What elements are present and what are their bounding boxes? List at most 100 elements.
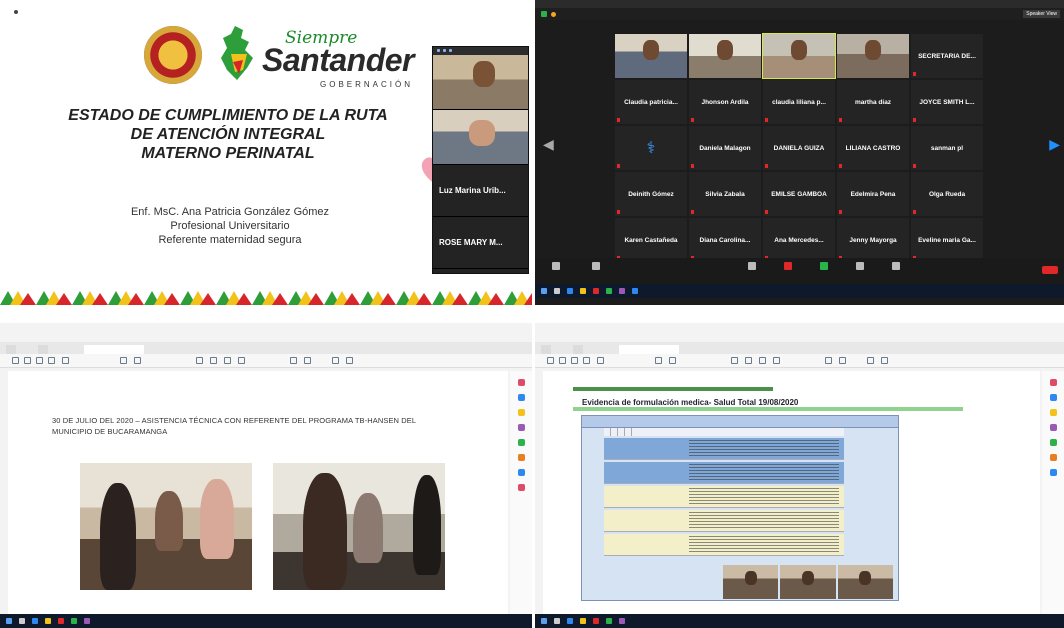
tool-icon[interactable] bbox=[517, 484, 525, 491]
taskbar-app-icon[interactable] bbox=[71, 618, 77, 624]
zoom-out-icon[interactable] bbox=[759, 357, 766, 364]
tool-icon[interactable] bbox=[1049, 469, 1057, 476]
mail-icon[interactable] bbox=[583, 357, 590, 364]
shield-icon[interactable] bbox=[541, 11, 547, 17]
search-icon[interactable] bbox=[62, 357, 69, 364]
comment-icon[interactable] bbox=[825, 357, 832, 364]
participant-tile[interactable]: Daniela Malagon bbox=[689, 126, 761, 170]
pen-icon[interactable] bbox=[304, 357, 311, 364]
tool-icon[interactable] bbox=[1049, 439, 1057, 446]
highlight-icon[interactable] bbox=[332, 357, 339, 364]
taskbar-app-icon[interactable] bbox=[619, 618, 625, 624]
participant-tile[interactable]: Edelmira Pena bbox=[837, 172, 909, 216]
taskbar-app-icon[interactable] bbox=[45, 618, 51, 624]
tool-icon[interactable] bbox=[517, 379, 525, 386]
taskbar-app-icon[interactable] bbox=[632, 288, 638, 294]
tool-icon[interactable] bbox=[517, 439, 525, 446]
participant-tile[interactable]: martha diaz bbox=[837, 80, 909, 124]
chevron-right-icon[interactable]: ▶ bbox=[1049, 136, 1060, 153]
participant-tile[interactable]: Deinith Gómez bbox=[615, 172, 687, 216]
tool-icon[interactable] bbox=[1049, 424, 1057, 431]
hand-icon[interactable] bbox=[745, 357, 752, 364]
video-button[interactable] bbox=[579, 262, 613, 272]
participants-button[interactable] bbox=[735, 262, 769, 272]
record-button[interactable] bbox=[843, 262, 877, 272]
participant-video[interactable] bbox=[433, 110, 528, 165]
participant-tile[interactable] bbox=[615, 34, 687, 78]
sign-icon[interactable] bbox=[881, 357, 888, 364]
tool-icon[interactable] bbox=[1049, 454, 1057, 461]
reactions-button[interactable] bbox=[879, 262, 913, 272]
tool-icon[interactable] bbox=[1049, 394, 1057, 401]
tool-icon[interactable] bbox=[517, 394, 525, 401]
participant-tile[interactable]: ⚕ bbox=[615, 126, 687, 170]
search-icon[interactable] bbox=[554, 618, 560, 624]
windows-start-icon[interactable] bbox=[6, 618, 12, 624]
taskbar-app-icon[interactable] bbox=[567, 288, 573, 294]
tab-document[interactable] bbox=[619, 345, 679, 354]
taskbar-app-icon[interactable] bbox=[593, 618, 599, 624]
participant-tile[interactable] bbox=[837, 34, 909, 78]
taskbar-app-icon[interactable] bbox=[32, 618, 38, 624]
tab-tools[interactable] bbox=[573, 345, 583, 354]
participant-tile[interactable]: JOYCE SMITH L... bbox=[911, 80, 983, 124]
participant-tile[interactable]: sanman pl bbox=[911, 126, 983, 170]
search-icon[interactable] bbox=[554, 288, 560, 294]
mail-icon[interactable] bbox=[48, 357, 55, 364]
participant-tile[interactable]: DANIELA GUIZA bbox=[763, 126, 835, 170]
page-up-icon[interactable] bbox=[120, 357, 127, 364]
menu-bar[interactable] bbox=[535, 334, 1064, 342]
hand-icon[interactable] bbox=[210, 357, 217, 364]
comment-icon[interactable] bbox=[290, 357, 297, 364]
page-up-icon[interactable] bbox=[655, 357, 662, 364]
windows-start-icon[interactable] bbox=[541, 618, 547, 624]
pen-icon[interactable] bbox=[839, 357, 846, 364]
page-down-icon[interactable] bbox=[134, 357, 141, 364]
print-icon[interactable] bbox=[571, 357, 578, 364]
tab-home[interactable] bbox=[541, 345, 551, 354]
tool-icon[interactable] bbox=[517, 454, 525, 461]
zoom-out-icon[interactable] bbox=[224, 357, 231, 364]
search-icon[interactable] bbox=[597, 357, 604, 364]
participant-tile[interactable]: SECRETARIA DE... bbox=[911, 34, 983, 78]
tab-home[interactable] bbox=[6, 345, 16, 354]
taskbar-app-icon[interactable] bbox=[58, 618, 64, 624]
sign-icon[interactable] bbox=[346, 357, 353, 364]
select-icon[interactable] bbox=[196, 357, 203, 364]
participant-video[interactable] bbox=[433, 55, 528, 110]
participant-name-tile[interactable]: ROSE MARY M... bbox=[433, 217, 528, 269]
taskbar-app-icon[interactable] bbox=[580, 288, 586, 294]
bookmark-icon[interactable] bbox=[24, 357, 31, 364]
tool-icon[interactable] bbox=[517, 469, 525, 476]
taskbar-app-icon[interactable] bbox=[606, 618, 612, 624]
participant-tile[interactable]: Claudia patricia... bbox=[615, 80, 687, 124]
participant-tile[interactable]: LILIANA CASTRO bbox=[837, 126, 909, 170]
save-icon[interactable] bbox=[547, 357, 554, 364]
page-down-icon[interactable] bbox=[669, 357, 676, 364]
participant-tile[interactable]: Diana Carolina... bbox=[689, 218, 761, 262]
chevron-left-icon[interactable]: ◀ bbox=[543, 136, 554, 153]
tool-icon[interactable] bbox=[1049, 379, 1057, 386]
participant-tile[interactable] bbox=[762, 33, 836, 79]
zoom-participant-panel[interactable]: Luz Marina Urib... ROSE MARY M... bbox=[432, 46, 529, 274]
zoom-in-icon[interactable] bbox=[238, 357, 245, 364]
menu-bar[interactable] bbox=[0, 334, 532, 342]
participant-tile[interactable]: Jhonson Ardila bbox=[689, 80, 761, 124]
tool-icon[interactable] bbox=[517, 409, 525, 416]
taskbar-app-icon[interactable] bbox=[593, 288, 599, 294]
search-icon[interactable] bbox=[19, 618, 25, 624]
participant-tile[interactable]: EMILSE GAMBOA bbox=[763, 172, 835, 216]
bookmark-icon[interactable] bbox=[559, 357, 566, 364]
tab-tools[interactable] bbox=[38, 345, 48, 354]
participant-tile[interactable]: Olga Rueda bbox=[911, 172, 983, 216]
taskbar-app-icon[interactable] bbox=[619, 288, 625, 294]
participant-tile[interactable]: Karen Castañeda bbox=[615, 218, 687, 262]
info-icon[interactable] bbox=[551, 12, 556, 17]
tab-document[interactable] bbox=[84, 345, 144, 354]
zoom-in-icon[interactable] bbox=[773, 357, 780, 364]
participant-tile[interactable]: claudia liliana p... bbox=[763, 80, 835, 124]
share-screen-button[interactable] bbox=[807, 262, 841, 272]
taskbar-app-icon[interactable] bbox=[567, 618, 573, 624]
save-icon[interactable] bbox=[12, 357, 19, 364]
participant-tile[interactable]: Eveline maria Ga... bbox=[911, 218, 983, 262]
